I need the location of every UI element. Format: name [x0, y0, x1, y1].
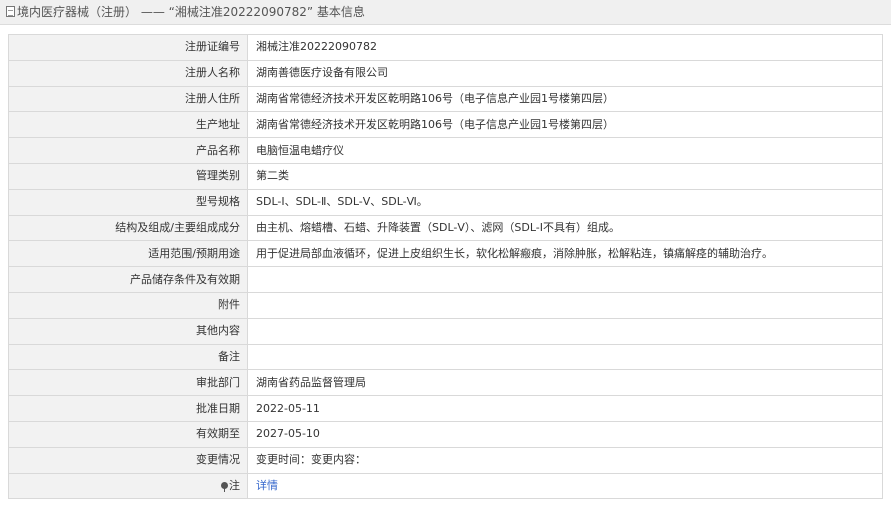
field-label: 型号规格 [8, 188, 248, 216]
note-value-cell: 详情 [247, 472, 883, 500]
field-value: SDL-Ⅰ、SDL-Ⅱ、SDL-Ⅴ、SDL-Ⅵ。 [247, 188, 883, 216]
field-label: 适用范围/预期用途 [8, 240, 248, 268]
breadcrumb: 境内医疗器械（注册） [17, 5, 138, 19]
field-value [247, 343, 883, 371]
field-label: 附件 [8, 291, 248, 319]
field-value: 变更时间：变更内容： [247, 446, 883, 474]
table-row: 注册人名称 湖南善德医疗设备有限公司 [8, 59, 883, 87]
field-value: 由主机、熔蜡槽、石蜡、升降装置（SDL-Ⅴ）、滤网（SDL-Ⅰ不具有）组成。 [247, 214, 883, 242]
field-value [247, 317, 883, 345]
table-row: 其他内容 [8, 317, 883, 345]
pin-icon [221, 481, 228, 492]
title-separator: —— [140, 5, 165, 19]
field-value: 湖南省常德经济技术开发区乾明路106号（电子信息产业园1号楼第四层） [247, 85, 883, 113]
field-value [247, 266, 883, 293]
field-label: 生产地址 [8, 111, 248, 139]
note-label: 注 [229, 478, 240, 492]
field-label: 管理类别 [8, 162, 248, 190]
field-value: 电脑恒温电蜡疗仪 [247, 137, 883, 164]
record-title: “湘械注准20222090782” [168, 5, 314, 19]
field-label: 产品储存条件及有效期 [8, 266, 248, 293]
document-icon [6, 6, 15, 17]
table-row: 备注 [8, 343, 883, 371]
table-row: 注册人住所 湖南省常德经济技术开发区乾明路106号（电子信息产业园1号楼第四层） [8, 85, 883, 113]
basic-info-table: 注册证编号 湘械注准20222090782 注册人名称 湖南善德医疗设备有限公司… [8, 34, 883, 500]
table-row: 变更情况 变更时间：变更内容： [8, 446, 883, 474]
field-value: 2022-05-11 [247, 395, 883, 422]
table-row: 批准日期 2022-05-11 [8, 395, 883, 422]
field-label: 注册人住所 [8, 85, 248, 113]
table-row: 管理类别 第二类 [8, 162, 883, 190]
table-row: 注册证编号 湘械注准20222090782 [8, 34, 883, 61]
field-value: 第二类 [247, 162, 883, 190]
note-label-cell: 注 [8, 472, 248, 500]
field-value: 湘械注准20222090782 [247, 34, 883, 61]
details-link[interactable]: 详情 [256, 479, 278, 492]
table-row: 产品名称 电脑恒温电蜡疗仪 [8, 137, 883, 164]
field-label: 结构及组成/主要组成成分 [8, 214, 248, 242]
table-row: 适用范围/预期用途 用于促进局部血液循环，促进上皮组织生长，软化松解瘢痕，消除肿… [8, 240, 883, 268]
field-label: 注册人名称 [8, 59, 248, 87]
table-row: 结构及组成/主要组成成分 由主机、熔蜡槽、石蜡、升降装置（SDL-Ⅴ）、滤网（S… [8, 214, 883, 242]
table-row: 产品储存条件及有效期 [8, 266, 883, 293]
field-value: 湖南省药品监督管理局 [247, 369, 883, 397]
field-value: 用于促进局部血液循环，促进上皮组织生长，软化松解瘢痕，消除肿胀，松解粘连，镇痛解… [247, 240, 883, 268]
note-row: 注 详情 [8, 472, 883, 500]
field-label: 有效期至 [8, 420, 248, 448]
table-row: 型号规格 SDL-Ⅰ、SDL-Ⅱ、SDL-Ⅴ、SDL-Ⅵ。 [8, 188, 883, 216]
field-label: 注册证编号 [8, 34, 248, 61]
table-row: 有效期至 2027-05-10 [8, 420, 883, 448]
field-value: 2027-05-10 [247, 420, 883, 448]
table-row: 附件 [8, 291, 883, 319]
field-value: 湖南善德医疗设备有限公司 [247, 59, 883, 87]
table-row: 审批部门 湖南省药品监督管理局 [8, 369, 883, 397]
field-label: 备注 [8, 343, 248, 371]
field-label: 产品名称 [8, 137, 248, 164]
table-row: 生产地址 湖南省常德经济技术开发区乾明路106号（电子信息产业园1号楼第四层） [8, 111, 883, 139]
field-label: 审批部门 [8, 369, 248, 397]
field-label: 批准日期 [8, 395, 248, 422]
field-value [247, 291, 883, 319]
field-label: 其他内容 [8, 317, 248, 345]
page-title-bar: 境内医疗器械（注册） —— “湘械注准20222090782” 基本信息 [0, 0, 891, 25]
field-value: 湖南省常德经济技术开发区乾明路106号（电子信息产业园1号楼第四层） [247, 111, 883, 139]
field-label: 变更情况 [8, 446, 248, 474]
title-suffix: 基本信息 [316, 5, 365, 19]
